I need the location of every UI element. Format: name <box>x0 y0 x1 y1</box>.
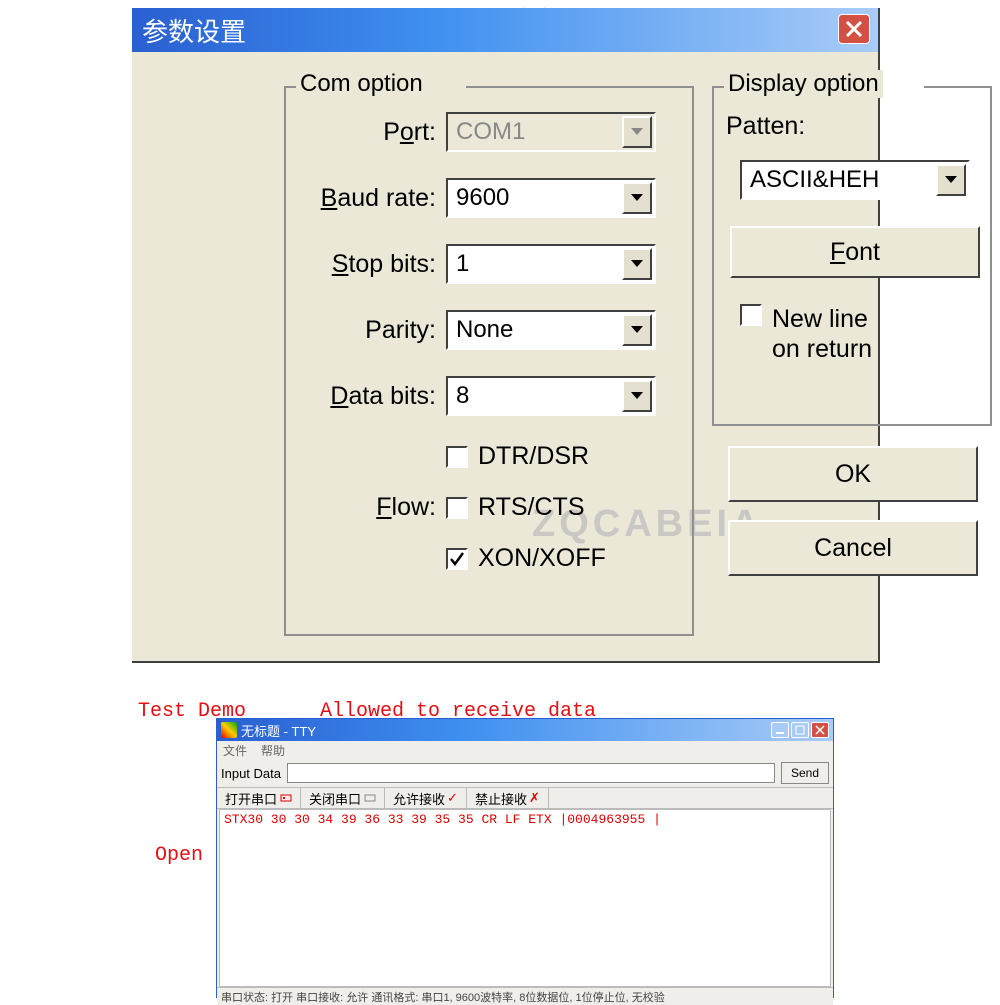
baud-value: 9600 <box>456 184 509 212</box>
patten-select[interactable]: ASCII&HEH <box>740 160 970 200</box>
menu-file[interactable]: 文件 <box>223 742 247 759</box>
close-button[interactable] <box>838 14 870 44</box>
parity-dropdown-button[interactable] <box>622 314 652 346</box>
menu-help[interactable]: 帮助 <box>261 742 285 759</box>
ok-button[interactable]: OK <box>728 446 978 502</box>
maximize-icon <box>795 725 805 735</box>
baud-select[interactable]: 9600 <box>446 178 656 218</box>
display-option-legend: Display option <box>724 70 883 98</box>
databits-value: 8 <box>456 382 469 410</box>
tty-window: 无标题 - TTY 文件 帮助 Input Data Send 打开串口 关闭串… <box>216 718 834 998</box>
chevron-down-icon <box>944 175 958 185</box>
patten-dropdown-button[interactable] <box>936 164 966 196</box>
patten-label: Patten: <box>726 112 805 141</box>
com-option-group: Com option Port: COM1 Baud rate: 9600 St… <box>284 86 694 636</box>
stopbits-dropdown-button[interactable] <box>622 248 652 280</box>
send-button[interactable]: Send <box>781 762 829 784</box>
stopbits-select[interactable]: 1 <box>446 244 656 284</box>
dtrdsr-checkbox[interactable] <box>446 446 468 468</box>
rtscts-checkbox[interactable] <box>446 497 468 519</box>
data-line: STX30 30 30 34 39 36 33 39 35 35 CR LF E… <box>224 812 661 827</box>
port-icon <box>364 792 376 804</box>
stopbits-value: 1 <box>456 250 469 278</box>
port-dropdown-button[interactable] <box>622 116 652 148</box>
chevron-down-icon <box>630 391 644 401</box>
parity-value: None <box>456 316 513 344</box>
check-icon <box>449 551 465 567</box>
chevron-down-icon <box>630 259 644 269</box>
close-icon <box>844 19 864 39</box>
tty-close-button[interactable] <box>811 722 829 738</box>
chevron-down-icon <box>630 127 644 137</box>
port-label: Port: <box>286 118 436 147</box>
minimize-button[interactable] <box>771 722 789 738</box>
allow-receive-button[interactable]: 允许接收✓ <box>385 788 467 808</box>
close-icon <box>815 725 825 735</box>
menu-bar: 文件 帮助 <box>217 741 833 759</box>
databits-label: Data bits: <box>286 382 436 411</box>
app-icon <box>221 722 237 738</box>
display-option-group: Display option Patten: ASCII&HEH Font Ne… <box>712 86 992 426</box>
dialog-title: 参数设置 <box>142 12 246 49</box>
cancel-button[interactable]: Cancel <box>728 520 978 576</box>
xonxoff-checkbox[interactable] <box>446 548 468 570</box>
settings-dialog: 参数设置 ZQCABEIA Com option Port: COM1 Baud… <box>132 8 880 663</box>
forbid-receive-button[interactable]: 禁止接收✗ <box>467 788 549 808</box>
baud-label: Baud rate: <box>286 184 436 213</box>
stopbits-label: Stop bits: <box>286 250 436 279</box>
tty-title: 无标题 - TTY <box>241 721 316 740</box>
parity-select[interactable]: None <box>446 310 656 350</box>
rtscts-label: RTS/CTS <box>478 493 585 522</box>
input-data-label: Input Data <box>221 766 281 781</box>
databits-select[interactable]: 8 <box>446 376 656 416</box>
maximize-button[interactable] <box>791 722 809 738</box>
com-option-legend: Com option <box>296 70 427 98</box>
xonxoff-label: XON/XOFF <box>478 544 606 573</box>
databits-dropdown-button[interactable] <box>622 380 652 412</box>
open-port-button[interactable]: 打开串口 <box>217 788 301 808</box>
close-port-button[interactable]: 关闭串口 <box>301 788 385 808</box>
chevron-down-icon <box>630 325 644 335</box>
status-bar: 串口状态: 打开 串口接收: 允许 通讯格式: 串口1, 9600波特率, 8位… <box>217 987 833 1005</box>
chevron-down-icon <box>630 193 644 203</box>
tty-toolbar: 打开串口 关闭串口 允许接收✓ 禁止接收✗ <box>217 787 833 809</box>
newline-checkbox[interactable] <box>740 304 762 326</box>
font-button[interactable]: Font <box>730 226 980 278</box>
input-data-field[interactable] <box>287 763 775 783</box>
dtrdsr-label: DTR/DSR <box>478 442 589 471</box>
tty-titlebar: 无标题 - TTY <box>217 719 833 741</box>
port-select[interactable]: COM1 <box>446 112 656 152</box>
patten-value: ASCII&HEH <box>750 166 879 194</box>
port-icon <box>280 792 292 804</box>
newline-label: New line on return <box>772 304 872 364</box>
dialog-titlebar: 参数设置 <box>132 8 878 52</box>
parity-label: Parity: <box>286 316 436 345</box>
port-value: COM1 <box>456 118 525 146</box>
baud-dropdown-button[interactable] <box>622 182 652 214</box>
data-output-area: STX30 30 30 34 39 36 33 39 35 35 CR LF E… <box>219 809 831 987</box>
flow-label: Flow: <box>286 493 436 522</box>
minimize-icon <box>775 725 785 735</box>
